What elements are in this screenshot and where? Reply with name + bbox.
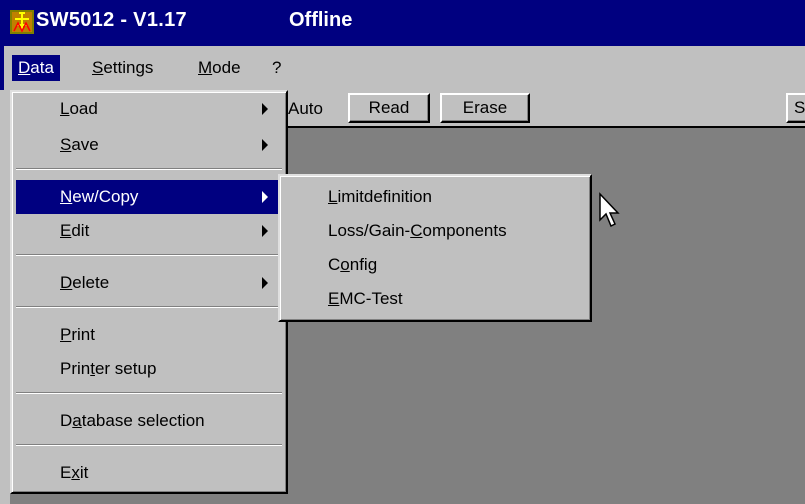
menu-item-print[interactable]: Print	[16, 318, 282, 352]
menu-label-post: ettings	[103, 58, 154, 77]
menu-label-post: ode	[212, 58, 241, 77]
right-toolbar-button[interactable]: S	[786, 93, 805, 123]
label-accelerator: C	[410, 221, 423, 240]
menu-item-new-copy[interactable]: New/Copy	[16, 180, 282, 214]
menu-item-label: Print	[60, 318, 95, 352]
menu-settings[interactable]: Settings	[86, 55, 159, 81]
menu-item-label: Delete	[60, 266, 109, 300]
menu-accelerator: D	[18, 58, 31, 77]
submenu-arrow-icon	[262, 225, 268, 237]
menu-item-label: Config	[328, 248, 377, 282]
label-accelerator: N	[60, 187, 73, 206]
submenu-item-config[interactable]: Config	[284, 248, 586, 282]
read-button[interactable]: Read	[348, 93, 430, 123]
menu-item-label: Save	[60, 128, 99, 162]
menu-item-label: Load	[60, 92, 98, 126]
menu-bar: Data Settings Mode ?	[0, 46, 805, 90]
menu-accelerator: M	[198, 58, 213, 77]
menu-separator	[16, 168, 282, 170]
label-post: elete	[72, 273, 110, 292]
label-accelerator: S	[60, 135, 72, 154]
menu-separator	[16, 392, 282, 394]
label-post: nfig	[349, 255, 378, 274]
menu-separator	[16, 254, 282, 256]
menu-item-label: New/Copy	[60, 180, 138, 214]
label-accelerator: E	[60, 221, 72, 240]
label-pre: Prin	[60, 359, 91, 378]
submenu-arrow-icon	[262, 191, 268, 203]
connection-status: Offline	[289, 9, 353, 31]
menu-item-database-selection[interactable]: Database selection	[16, 404, 282, 438]
menu-item-edit[interactable]: Edit	[16, 214, 282, 248]
mouse-pointer-icon	[599, 192, 620, 228]
label-post: ew/Copy	[72, 187, 139, 206]
submenu-arrow-icon	[262, 103, 268, 115]
menu-item-save[interactable]: Save	[16, 128, 282, 162]
erase-button[interactable]: Erase	[440, 93, 530, 123]
label-accelerator: a	[72, 411, 82, 430]
new-copy-submenu: Limitdefinition Loss/Gain-Components Con…	[278, 174, 592, 322]
label-post: oad	[69, 99, 98, 118]
data-menu: Load Save New/Copy Edit Delete Print Pri…	[10, 90, 288, 494]
label-post: tabase selection	[81, 411, 205, 430]
label-post: er setup	[94, 359, 157, 378]
label-accelerator: P	[60, 325, 72, 344]
menu-separator	[16, 306, 282, 308]
menu-item-label: Loss/Gain-Components	[328, 214, 507, 248]
label-post: omponents	[422, 221, 507, 240]
menu-label-post: ata	[30, 58, 54, 77]
label-pre: E	[60, 463, 72, 482]
label-post: ave	[71, 135, 99, 154]
menu-separator	[16, 444, 282, 446]
label-post: MC-Test	[339, 289, 403, 308]
auto-label: Auto	[288, 99, 323, 118]
label-accelerator: o	[340, 255, 350, 274]
menu-item-label: Limitdefinition	[328, 180, 432, 214]
label-accelerator: E	[328, 289, 340, 308]
label-post: rint	[71, 325, 95, 344]
label-post: dit	[71, 221, 90, 240]
label-post: it	[79, 463, 89, 482]
title-bar: SW5012 - V1.17 Offline	[0, 0, 805, 46]
menu-help[interactable]: ?	[266, 55, 287, 81]
menu-item-label: EMC-Test	[328, 282, 403, 316]
menu-item-delete[interactable]: Delete	[16, 266, 282, 300]
label-accelerator: D	[60, 273, 73, 292]
menu-mode[interactable]: Mode	[192, 55, 247, 81]
submenu-item-loss-gain-components[interactable]: Loss/Gain-Components	[284, 214, 586, 248]
submenu-item-limitdefinition[interactable]: Limitdefinition	[284, 180, 586, 214]
menu-data[interactable]: Data	[12, 55, 60, 81]
menu-item-exit[interactable]: Exit	[16, 456, 282, 490]
submenu-item-emc-test[interactable]: EMC-Test	[284, 282, 586, 316]
menu-item-label: Database selection	[60, 404, 205, 438]
label-pre: C	[328, 255, 341, 274]
menu-item-load[interactable]: Load	[16, 92, 282, 126]
menu-item-printer-setup[interactable]: Printer setup	[16, 352, 282, 386]
submenu-arrow-icon	[262, 139, 268, 151]
label-accelerator: x	[71, 463, 80, 482]
label-pre: D	[60, 411, 73, 430]
label-post: imitdefinition	[337, 187, 432, 206]
menu-item-label: Exit	[60, 456, 88, 490]
submenu-arrow-icon	[262, 277, 268, 289]
menu-item-label: Edit	[60, 214, 89, 248]
menu-accelerator: S	[92, 58, 104, 77]
menu-item-label: Printer setup	[60, 352, 156, 386]
window-title: SW5012 - V1.17	[36, 9, 187, 31]
app-logo-icon[interactable]	[10, 10, 34, 34]
label-pre: Loss/Gain-	[328, 221, 411, 240]
menu-label-post: ?	[272, 58, 282, 77]
